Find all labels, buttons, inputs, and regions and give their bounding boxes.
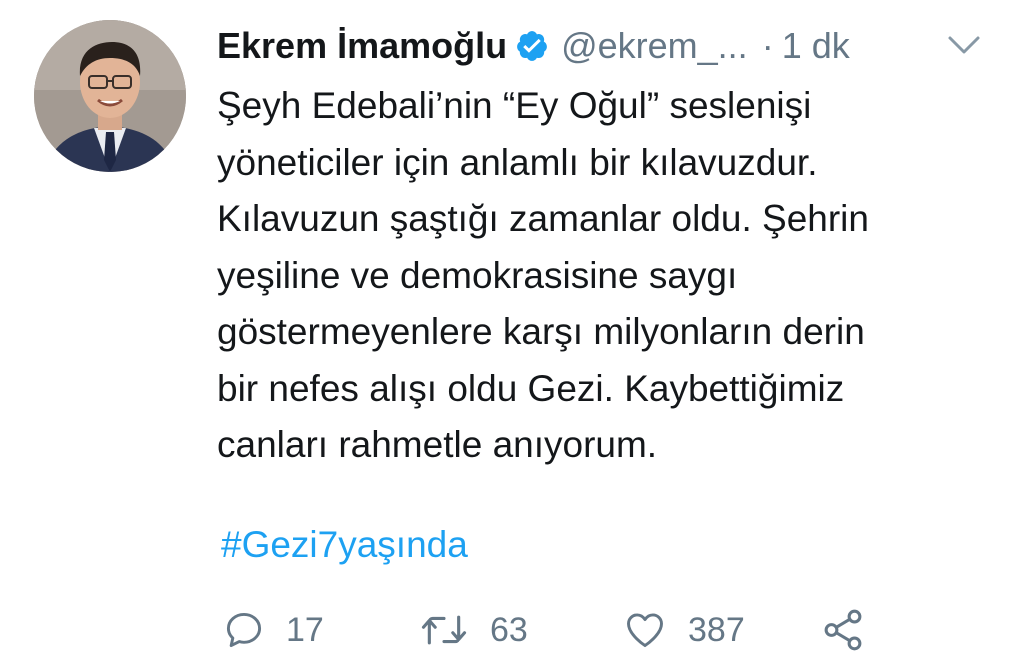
share-icon [824, 609, 862, 651]
tweet-timestamp[interactable]: 1 dk [782, 25, 850, 67]
tweet-text: Şeyh Edebali’nin “Ey Oğul” seslenişi yön… [217, 78, 1007, 474]
avatar-image [34, 20, 186, 172]
tweet-text-line: göstermeyenlere karşı milyonların derin [217, 311, 865, 352]
header-separator: · [761, 25, 774, 66]
retweet-button[interactable]: 63 [418, 600, 528, 660]
avatar[interactable] [34, 20, 186, 172]
reply-count: 17 [286, 610, 324, 649]
author-handle[interactable]: @ekrem_... [561, 25, 748, 67]
like-count: 387 [688, 610, 745, 649]
tweet-text-line: Şeyh Edebali’nin “Ey Oğul” seslenişi [217, 85, 812, 126]
tweet-header: Ekrem İmamoğlu @ekrem_... · 1 dk [217, 20, 850, 72]
like-button[interactable]: 387 [622, 600, 745, 660]
chevron-down-icon[interactable] [944, 30, 984, 58]
tweet-text-line: canları rahmetle anıyorum. [217, 424, 658, 465]
tweet-text-line: Kılavuzun şaştığı zamanlar oldu. Şehrin [217, 198, 869, 239]
reply-icon [226, 612, 262, 648]
tweet-text-line: bir nefes alışı oldu Gezi. Kaybettiğimiz [217, 367, 845, 409]
retweet-count: 63 [490, 610, 528, 649]
heart-icon [627, 613, 663, 648]
hashtag-link[interactable]: #Gezi7yaşında [221, 524, 468, 566]
action-bar: 17 63 387 [212, 600, 892, 660]
tweet[interactable]: Ekrem İmamoğlu @ekrem_... · 1 dk Şeyh Ed… [0, 0, 1024, 669]
tweet-text-line: yeşiline ve demokrasisine saygı [217, 254, 738, 296]
author-name[interactable]: Ekrem İmamoğlu [217, 25, 507, 67]
reply-button[interactable]: 17 [222, 600, 324, 660]
retweet-icon [421, 615, 467, 645]
share-button[interactable] [820, 600, 866, 660]
verified-badge-icon [515, 29, 549, 63]
tweet-text-line: yöneticiler için anlamlı bir kılavuzdur. [217, 141, 818, 183]
